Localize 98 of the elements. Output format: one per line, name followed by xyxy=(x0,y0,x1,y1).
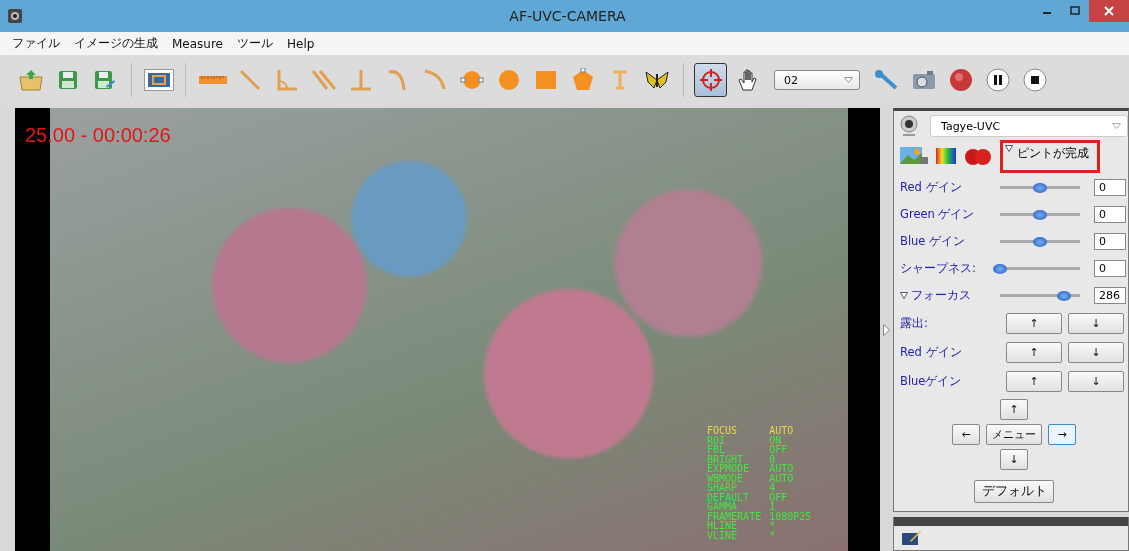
stop-icon xyxy=(1022,68,1047,92)
camera-icon xyxy=(911,70,936,90)
crosshair-icon xyxy=(698,68,723,92)
osd-label: FBL xyxy=(707,445,727,455)
picture-pen-icon[interactable] xyxy=(902,530,922,546)
value-field[interactable]: 0 xyxy=(1094,260,1126,277)
stepper-label: 露出: xyxy=(900,316,929,331)
menu-item[interactable]: Help xyxy=(287,36,315,51)
osd-value: ON xyxy=(769,435,782,445)
down-button[interactable]: ↓ xyxy=(1000,449,1028,470)
dropdown-triangle-icon[interactable] xyxy=(900,292,908,299)
down-button[interactable]: ↓ xyxy=(1068,342,1124,363)
osd-value: 1080P25 xyxy=(769,511,812,521)
color-spectrum-icon[interactable] xyxy=(936,148,956,164)
curve-icon xyxy=(422,68,447,92)
osd-value: AUTO xyxy=(769,464,795,474)
record-icon xyxy=(948,68,973,92)
filled-circle-icon xyxy=(497,69,520,91)
osd-value: OFF xyxy=(769,445,789,455)
osd-label: FRAMERATE xyxy=(707,511,762,521)
close-icon xyxy=(1104,6,1114,16)
slider-thumb[interactable] xyxy=(993,263,1007,274)
left-button[interactable]: ← xyxy=(952,424,980,445)
osd-value: AUTO xyxy=(769,473,795,483)
slider-label: Red ゲイン xyxy=(900,180,962,195)
close-button[interactable] xyxy=(1089,0,1129,22)
collapse-arrow-icon[interactable] xyxy=(883,323,890,336)
menu-item[interactable]: ファイル xyxy=(12,35,60,52)
down-button[interactable]: ↓ xyxy=(1068,313,1124,334)
up-button[interactable]: ↑ xyxy=(1000,399,1028,420)
right-button[interactable]: → xyxy=(1048,424,1076,445)
circle-icon xyxy=(459,68,484,92)
zoom-dropdown[interactable]: 02 xyxy=(774,70,860,90)
camera-lens-icon xyxy=(8,9,22,23)
window-title: AF-UVC-CAMERA xyxy=(508,8,627,24)
slider-label: シャープネス: xyxy=(900,261,976,276)
picture-frame-icon xyxy=(143,69,174,91)
perpendicular-icon xyxy=(348,68,373,92)
osd-label: FOCUS xyxy=(707,426,739,436)
osd-value: 0 xyxy=(769,454,776,464)
osd-label: BRIGHT xyxy=(707,454,744,464)
osd-label: VLINE xyxy=(707,530,739,540)
parallel-lines-icon xyxy=(310,68,337,92)
osd-value: 1 xyxy=(769,502,777,512)
down-button[interactable]: ↓ xyxy=(1068,371,1124,392)
pause-icon xyxy=(985,68,1010,92)
folder-icon xyxy=(18,69,43,91)
osd-value: OFF xyxy=(769,492,789,502)
maximize-icon xyxy=(1070,6,1080,16)
rectangle-icon xyxy=(533,69,558,91)
osd-value: AUTO xyxy=(769,426,795,436)
dropdown-triangle-icon xyxy=(1005,144,1013,152)
slider-label: フォーカス xyxy=(911,288,971,303)
stepper-label: Red ゲイン xyxy=(900,345,963,360)
osd-label: EXPMODE xyxy=(707,464,751,474)
osd-label: DEFAULT xyxy=(707,492,751,502)
line-icon xyxy=(237,68,262,92)
value-field[interactable]: 286 xyxy=(1094,287,1126,304)
osd-value: 4 xyxy=(769,483,777,493)
osd-label: GAMMA xyxy=(707,502,739,512)
slider-label: Blue ゲイン xyxy=(900,234,966,249)
floppy-pen-icon xyxy=(93,70,116,90)
menu-item[interactable]: ツール xyxy=(237,35,273,52)
osd-value: * xyxy=(769,530,777,540)
osd-label: WBMODE xyxy=(707,473,745,483)
default-button[interactable]: デフォルト xyxy=(974,480,1054,503)
up-button[interactable]: ↑ xyxy=(1006,342,1062,363)
hand-icon xyxy=(736,68,759,92)
apple-pair-icon[interactable] xyxy=(964,146,992,166)
osd-value: * xyxy=(769,521,777,531)
text-tool-icon xyxy=(610,70,629,90)
dropdown-caret-icon xyxy=(1112,123,1121,129)
crosshair-tool[interactable] xyxy=(694,63,727,97)
menu-item[interactable]: Measure xyxy=(172,36,223,51)
webcam-icon xyxy=(900,115,918,137)
slider-thumb[interactable] xyxy=(1033,182,1047,193)
dropdown-caret-icon xyxy=(844,77,853,83)
up-button[interactable]: ↑ xyxy=(1006,371,1062,392)
polygon-icon xyxy=(570,68,595,92)
slider-thumb[interactable] xyxy=(1057,290,1071,301)
slider-label: Green ゲイン xyxy=(900,207,975,222)
stepper-label: Blueゲイン xyxy=(900,374,963,389)
menu-item[interactable]: イメージの生成 xyxy=(74,35,158,52)
slider-thumb[interactable] xyxy=(1033,209,1047,220)
value-field[interactable]: 0 xyxy=(1094,206,1126,223)
landscape-camera-icon[interactable] xyxy=(900,147,928,165)
osd-label: ROI xyxy=(707,435,727,445)
value-field[interactable]: 0 xyxy=(1094,233,1126,250)
focus-status-text: ピントが完成 xyxy=(1017,144,1089,162)
butterfly-icon xyxy=(643,70,670,90)
up-button[interactable]: ↑ xyxy=(1006,313,1062,334)
value-field[interactable]: 0 xyxy=(1094,179,1126,196)
slider-thumb[interactable] xyxy=(1033,236,1047,247)
osd-label: HLINE xyxy=(707,521,739,531)
device-dropdown[interactable]: Tagye-UVC xyxy=(930,115,1128,137)
ruler-icon xyxy=(198,75,227,85)
menu-button[interactable]: メニュー xyxy=(986,424,1042,445)
osd-label: SHARP xyxy=(707,483,739,493)
